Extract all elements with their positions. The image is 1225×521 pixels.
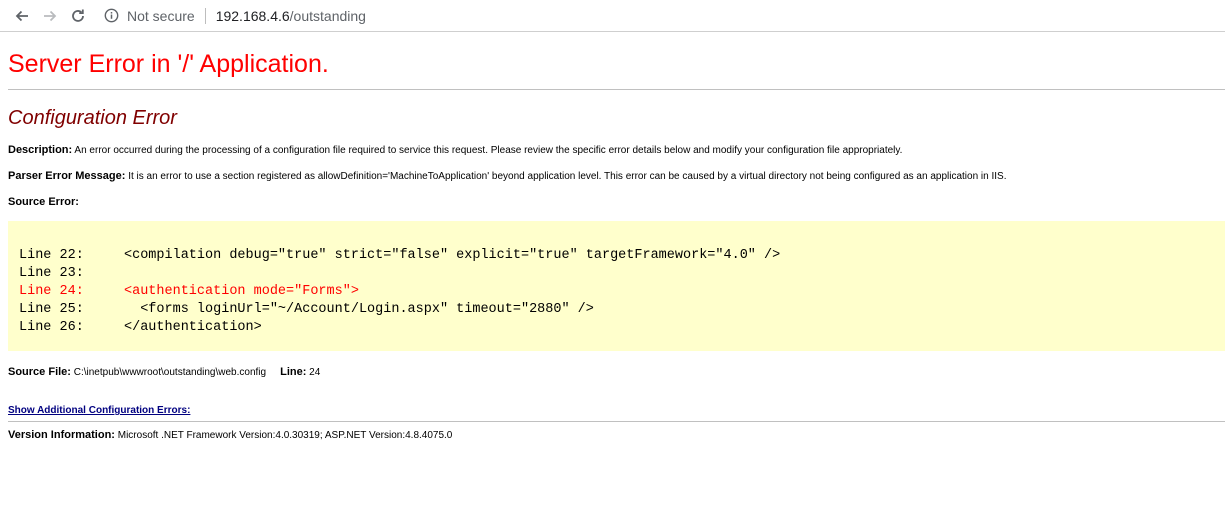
additional-errors-row: Show Additional Configuration Errors: bbox=[8, 404, 1217, 418]
code-line: Line 23: bbox=[19, 265, 1225, 283]
address-bar[interactable]: Not secure 192.168.4.6/outstanding bbox=[104, 4, 366, 28]
line-value: 24 bbox=[309, 367, 321, 378]
info-icon[interactable] bbox=[104, 8, 119, 23]
arrow-right-icon bbox=[44, 10, 57, 21]
line-number: Line 24: bbox=[19, 284, 84, 299]
code-text: <compilation debug="true" strict="false"… bbox=[124, 248, 781, 263]
source-file-label: Source File: bbox=[8, 366, 71, 378]
code-line-highlighted: Line 24: <authentication mode="Forms"> bbox=[19, 283, 1225, 301]
url-path: /outstanding bbox=[289, 7, 366, 24]
version-info: Version Information: Microsoft .NET Fram… bbox=[8, 428, 1217, 443]
error-title: Configuration Error bbox=[8, 107, 177, 129]
line-label: Line: bbox=[280, 366, 307, 378]
arrow-left-icon bbox=[15, 10, 28, 21]
source-error-heading: Source Error: bbox=[8, 195, 1217, 210]
description-label: Description: bbox=[8, 144, 73, 156]
parser-label: Parser Error Message: bbox=[8, 170, 126, 182]
description-text: An error occurred during the processing … bbox=[74, 145, 903, 156]
browser-toolbar: Not secure 192.168.4.6/outstanding bbox=[0, 0, 1225, 32]
url-host: 192.168.4.6 bbox=[215, 7, 290, 24]
code-text: <forms loginUrl="~/Account/Login.aspx" t… bbox=[124, 302, 594, 317]
parser-text: It is an error to use a section register… bbox=[128, 171, 1007, 182]
reload-icon bbox=[72, 9, 84, 22]
code-line: Line 25: <forms loginUrl="~/Account/Logi… bbox=[19, 301, 1225, 319]
line-number: Line 22: bbox=[19, 248, 84, 263]
version-divider bbox=[8, 421, 1225, 422]
line-number: Line 23: bbox=[19, 266, 84, 281]
parser-error: Parser Error Message: It is an error to … bbox=[8, 169, 1217, 184]
version-label: Version Information: bbox=[8, 429, 115, 441]
line-number: Line 26: bbox=[19, 320, 84, 335]
page-title: Server Error in '/' Application. bbox=[8, 50, 329, 78]
version-text: Microsoft .NET Framework Version:4.0.303… bbox=[117, 430, 453, 441]
source-file-info: Source File: C:\inetpub\wwwroot\outstand… bbox=[8, 365, 1217, 380]
show-additional-errors-link[interactable]: Show Additional Configuration Errors: bbox=[8, 405, 190, 416]
source-error-label: Source Error: bbox=[8, 196, 79, 208]
security-label: Not secure bbox=[127, 7, 195, 24]
address-divider bbox=[204, 7, 206, 24]
page-content: Server Error in '/' Application. Configu… bbox=[0, 32, 1225, 443]
url-text[interactable]: 192.168.4.6/outstanding bbox=[216, 8, 366, 24]
source-code-block: Line 22: <compilation debug="true" strict… bbox=[8, 221, 1225, 351]
forward-button[interactable] bbox=[40, 6, 60, 26]
code-line: Line 26: </authentication> bbox=[19, 319, 1225, 337]
description: Description: An error occurred during th… bbox=[8, 143, 1217, 158]
code-line: Line 22: <compilation debug="true" strict… bbox=[19, 247, 1225, 265]
reload-button[interactable] bbox=[68, 6, 88, 26]
source-file-path: C:\inetpub\wwwroot\outstanding\web.confi… bbox=[73, 367, 267, 378]
code-text: <authentication mode="Forms"> bbox=[124, 284, 359, 299]
line-number: Line 25: bbox=[19, 302, 84, 317]
code-text: </authentication> bbox=[124, 320, 262, 335]
back-button[interactable] bbox=[12, 6, 32, 26]
